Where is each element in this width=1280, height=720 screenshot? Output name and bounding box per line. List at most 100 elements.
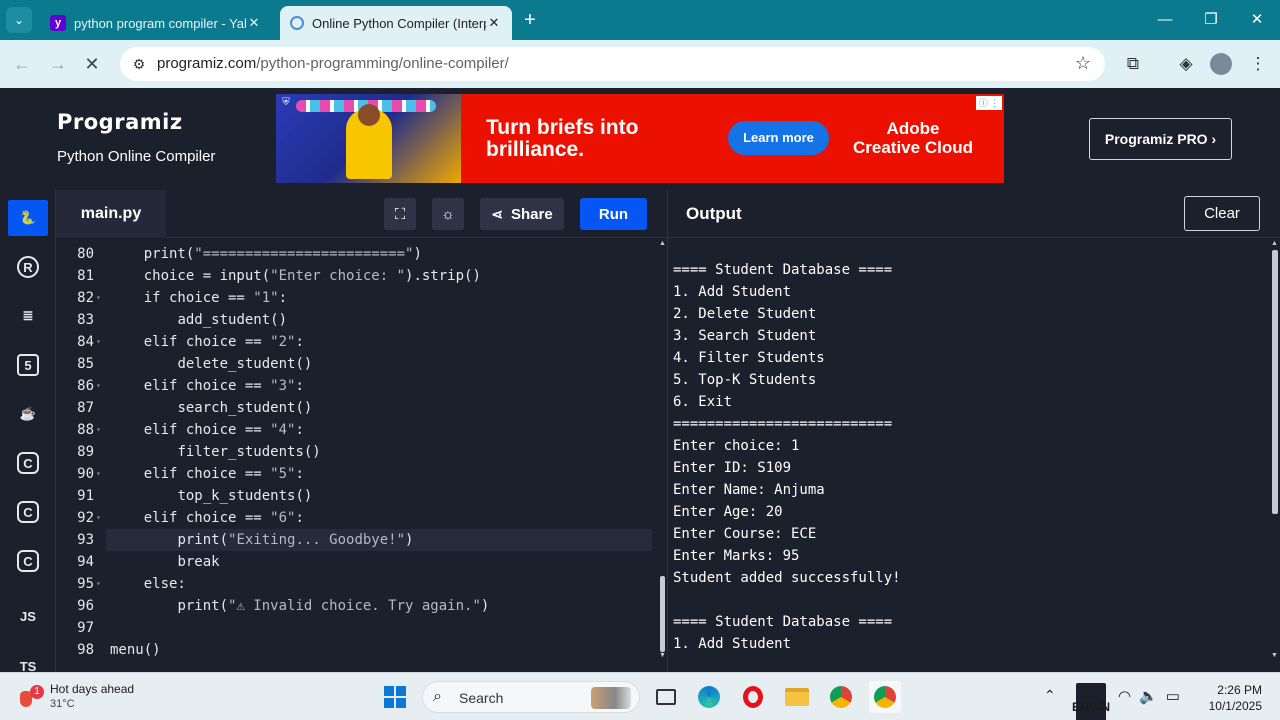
theme-toggle-sun-icon[interactable]: ☼ xyxy=(432,198,464,230)
site-info-icon[interactable]: ⚙ xyxy=(130,55,148,73)
opera-icon[interactable] xyxy=(737,681,769,713)
taskbar-search[interactable]: ⌕ Search xyxy=(422,681,640,713)
edge-icon[interactable] xyxy=(693,681,725,713)
chrome-icon[interactable] xyxy=(825,681,857,713)
programiz-logo[interactable]: Programiz xyxy=(57,110,183,134)
output-scrollbar[interactable]: ▲ ▼ xyxy=(1270,238,1280,672)
more-menu-icon[interactable]: ⋮ xyxy=(1246,52,1270,76)
close-tab-icon[interactable]: ✕ xyxy=(486,15,502,31)
code-line[interactable]: 91 top_k_students() xyxy=(56,485,661,507)
programiz-pro-button[interactable]: Programiz PRO › xyxy=(1089,118,1232,160)
code-token: add_student() xyxy=(177,312,288,328)
code-line[interactable]: 80 print("========================") xyxy=(56,243,661,265)
code-line[interactable]: 94 break xyxy=(56,551,661,573)
input-language[interactable]: ENG IN xyxy=(1072,683,1110,720)
chrome-active-icon[interactable] xyxy=(869,681,901,713)
code-line[interactable]: 96 print("⚠ Invalid choice. Try again.") xyxy=(56,595,661,617)
advertisement-banner[interactable]: ⛨ Turn briefs into brilliance. Learn mor… xyxy=(276,94,1004,183)
code-line[interactable]: 95 ▾ else: xyxy=(56,573,661,595)
fold-chevron-icon[interactable]: ▾ xyxy=(96,287,101,309)
code-line[interactable]: 81 choice = input("Enter choice: ").stri… xyxy=(56,265,661,287)
lang-cplusplus[interactable]: C xyxy=(8,494,48,530)
code-line[interactable]: 97 xyxy=(56,617,661,639)
scroll-down-icon[interactable]: ▼ xyxy=(1270,652,1279,661)
stop-loading-icon[interactable]: ✕ xyxy=(80,52,104,76)
code-line[interactable]: 93 print("Exiting... Goodbye!") xyxy=(56,529,661,551)
close-tab-icon[interactable]: ✕ xyxy=(246,15,262,31)
fold-chevron-icon[interactable]: ▾ xyxy=(96,507,101,529)
tab-programiz-compiler[interactable]: Online Python Compiler (Interp ✕ xyxy=(280,6,512,40)
address-bar[interactable]: ⚙ programiz.com/python-programming/onlin… xyxy=(120,47,1105,81)
code-line[interactable]: 92 ▾ elif choice == "6": xyxy=(56,507,661,529)
code-line[interactable]: 85 delete_student() xyxy=(56,353,661,375)
ad-choices-shield-icon[interactable]: ⛨ xyxy=(280,97,292,109)
code-text: print("⚠ Invalid choice. Try again.") xyxy=(110,595,489,617)
code-line[interactable]: 82 ▾ if choice == "1": xyxy=(56,287,661,309)
lang-csharp[interactable]: C xyxy=(8,543,48,579)
code-line[interactable]: 89 filter_students() xyxy=(56,441,661,463)
profile-avatar[interactable] xyxy=(1210,53,1232,75)
output-scroll-thumb[interactable] xyxy=(1272,250,1278,514)
fold-chevron-icon[interactable]: ▾ xyxy=(96,331,101,353)
weather-thermometer-icon[interactable]: 1 xyxy=(20,685,44,709)
tab-yahoo-search[interactable]: y python program compiler - Yah ✕ xyxy=(40,6,272,40)
fold-chevron-icon[interactable]: ▾ xyxy=(96,463,101,485)
fold-chevron-icon[interactable]: ▾ xyxy=(96,375,101,397)
lang-r[interactable]: R xyxy=(8,249,48,285)
extensions-icon[interactable]: ⧉ xyxy=(1121,52,1145,76)
close-window-icon[interactable]: ✕ xyxy=(1234,8,1280,32)
code-line[interactable]: 90 ▾ elif choice == "5": xyxy=(56,463,661,485)
weather-title[interactable]: Hot days ahead xyxy=(50,682,134,696)
code-line[interactable]: 86 ▾ elif choice == "3": xyxy=(56,375,661,397)
ad-learn-more-button[interactable]: Learn more xyxy=(728,121,829,155)
back-icon[interactable]: ← xyxy=(10,52,34,76)
code-token: top_k_students() xyxy=(177,488,313,504)
scroll-down-icon[interactable]: ▼ xyxy=(658,652,667,661)
copilot-icon[interactable]: ◈ xyxy=(1174,52,1198,76)
lang-java[interactable]: ☕ xyxy=(8,396,48,432)
code-line[interactable]: 88 ▾ elif choice == "4": xyxy=(56,419,661,441)
start-windows-icon[interactable] xyxy=(379,681,411,713)
restore-icon[interactable]: ❐ xyxy=(1188,8,1234,32)
file-explorer-icon[interactable] xyxy=(781,681,813,713)
lang-python[interactable]: 🐍 xyxy=(8,200,48,236)
code-text: choice = input("Enter choice: ").strip() xyxy=(110,265,481,287)
code-token: elif choice == xyxy=(143,466,271,482)
code-line[interactable]: 83 add_student() xyxy=(56,309,661,331)
file-tab-main[interactable]: main.py xyxy=(56,190,166,238)
url-text[interactable]: programiz.com/python-programming/online-… xyxy=(157,55,509,72)
new-tab-icon[interactable]: + xyxy=(518,9,542,33)
task-view-icon[interactable] xyxy=(650,681,682,713)
code-line[interactable]: 87 search_student() xyxy=(56,397,661,419)
lang-sql[interactable]: ≣ xyxy=(8,298,48,334)
python-icon: 🐍 xyxy=(19,210,37,225)
ad-info-icon[interactable]: ⓘ ⋮ xyxy=(976,96,1002,110)
lang-html[interactable]: 5 xyxy=(8,347,48,383)
clear-button[interactable]: Clear xyxy=(1184,196,1260,231)
code-line[interactable]: 98 menu() xyxy=(56,639,661,661)
minimize-icon[interactable]: — xyxy=(1142,8,1188,32)
weather-temp[interactable]: 31°C xyxy=(50,698,75,710)
forward-icon[interactable]: → xyxy=(46,52,70,76)
clock[interactable]: 2:26 PM 10/1/2025 xyxy=(1204,682,1262,720)
system-tray-icons[interactable]: ◠🔈▭ xyxy=(1118,687,1188,720)
fold-chevron-icon[interactable]: ▾ xyxy=(96,573,101,595)
fold-chevron-icon[interactable]: ▾ xyxy=(96,419,101,441)
fullscreen-icon[interactable]: ⛶ xyxy=(384,198,416,230)
scroll-up-icon[interactable]: ▲ xyxy=(1270,240,1279,249)
show-hidden-icons-icon[interactable]: ⌃ xyxy=(1044,687,1056,704)
tab-search-chevron-icon[interactable]: ⌄ xyxy=(6,7,32,33)
lang-c[interactable]: C xyxy=(8,445,48,481)
bookmark-star-icon[interactable]: ☆ xyxy=(1075,53,1091,74)
editor-scroll-thumb[interactable] xyxy=(660,576,665,652)
code-token: search_student() xyxy=(177,400,313,416)
lang-javascript[interactable]: JS xyxy=(8,598,48,634)
run-button[interactable]: Run xyxy=(580,198,647,230)
code-line[interactable]: 84 ▾ elif choice == "2": xyxy=(56,331,661,353)
share-button[interactable]: ⋖ Share xyxy=(480,198,564,230)
output-console[interactable]: ▲ ▼ ==== Student Database ==== 1. Add Stu… xyxy=(667,238,1280,672)
code-editor[interactable]: 80 print("========================") 81 c… xyxy=(56,238,667,672)
scroll-up-icon[interactable]: ▲ xyxy=(658,240,667,249)
editor-scrollbar[interactable]: ▲ ▼ xyxy=(658,238,667,672)
